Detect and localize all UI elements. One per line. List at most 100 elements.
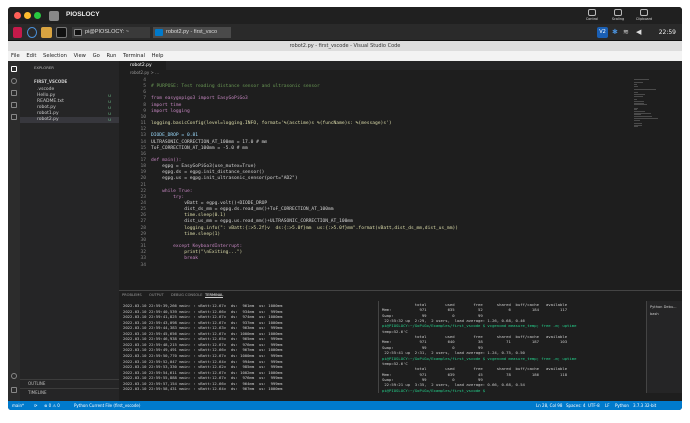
terminal-icon: [74, 29, 82, 36]
clock: 22:59: [658, 29, 676, 36]
control-icon: [588, 9, 596, 16]
language-mode[interactable]: Python: [615, 401, 629, 410]
file-name: .vscode: [37, 87, 55, 92]
encoding[interactable]: UTF-8: [588, 401, 600, 410]
extensions-icon[interactable]: [11, 114, 17, 120]
file-item-selected[interactable]: robot2.py U: [20, 117, 119, 123]
menu-file[interactable]: File: [11, 53, 20, 59]
minimap-line: [634, 85, 638, 87]
git-branch[interactable]: main*: [12, 401, 24, 410]
terminal-list-item[interactable]: Python Debu...: [650, 304, 677, 310]
taskbar-item-vscode[interactable]: robot2.py - first_vsco: [153, 27, 231, 38]
workspace-root-label: FIRST_VSCODE: [34, 79, 68, 84]
minimap-line: [634, 126, 639, 128]
menu-edit[interactable]: Edit: [26, 53, 36, 59]
code-line: logging.basicConfig(level=logging.INFO, …: [151, 121, 392, 127]
shell-prompt-line: pi@PIOSLOCY:~/GoPiGo/Examples/first_vsco…: [382, 355, 577, 361]
timeline-label: TIMELINE: [28, 390, 47, 395]
code-line: ToF_CORRECTION_AT_100mm = -5.0 # mm: [151, 145, 248, 151]
terminal-log-line: 2022-03-10 22:59:58,431 main: : vBatt:12…: [123, 386, 283, 392]
control-button[interactable]: Control: [580, 9, 604, 21]
outline-section[interactable]: OUTLINE: [20, 379, 119, 386]
minimize-window-icon[interactable]: [24, 12, 31, 19]
minimap-line: [634, 88, 656, 90]
volume-icon[interactable]: ◀: [636, 27, 644, 38]
terminal-debug-output[interactable]: 2022-03-10 22:59:39,266 main: : vBatt:12…: [119, 301, 377, 393]
minimap[interactable]: [634, 77, 660, 132]
taskbar: pi@PIOSLOCY: ~ robot2.py - first_vsco V2…: [8, 24, 682, 41]
indentation[interactable]: Spaces: 4: [566, 401, 585, 410]
menu-help[interactable]: Help: [152, 53, 164, 59]
shell-prompt-line: pi@PIOSLOCY:~/GoPiGo/Examples/first_vsco…: [382, 387, 488, 393]
maximize-window-icon[interactable]: [34, 12, 41, 19]
problems-count[interactable]: ⊗ 0 ⚠ 0: [44, 401, 60, 410]
terminal-bash[interactable]: total used free shared buff/cache availa…: [378, 301, 646, 393]
menu-go[interactable]: Go: [93, 53, 100, 59]
wifi-icon[interactable]: ≋: [623, 27, 632, 38]
control-label: Control: [585, 17, 599, 21]
shell-prompt-line: pi@PIOSLOCY:~/GoPiGo/Examples/first_vsco…: [382, 323, 577, 329]
outline-label: OUTLINE: [28, 381, 46, 386]
account-icon[interactable]: [11, 373, 17, 379]
tab-terminal[interactable]: TERMINAL: [205, 293, 224, 298]
line-number: 34: [140, 262, 146, 268]
run-configuration[interactable]: Python Current File (first_vscode): [74, 401, 140, 410]
settings-gear-icon[interactable]: [11, 387, 17, 393]
editor-tab-bar: robot2.py: [119, 61, 682, 70]
terminal-list: Python Debu... bash: [646, 301, 682, 393]
status-bar: main* ⟳ ⊗ 0 ⚠ 0 Python Current File (fir…: [8, 401, 682, 410]
close-window-icon[interactable]: [14, 12, 21, 19]
scaling-label: Scaling: [611, 17, 625, 21]
raspberry-menu-icon[interactable]: [13, 27, 22, 38]
taskbar-item-label: pi@PIOSLOCY: ~: [85, 29, 129, 35]
activity-bar: [8, 61, 20, 401]
scaling-icon: [614, 9, 622, 16]
file-name: robot2.py: [37, 117, 59, 122]
editor-tab[interactable]: robot2.py: [119, 61, 166, 70]
bluetooth-icon[interactable]: ✱: [612, 27, 619, 38]
minimap-line: [634, 119, 641, 121]
python-interpreter[interactable]: 3.7.3 32-bit: [633, 401, 656, 410]
browser-icon[interactable]: [27, 27, 37, 38]
timeline-section[interactable]: TIMELINE: [20, 388, 119, 395]
menu-run[interactable]: Run: [106, 53, 116, 59]
clipboard-icon: [640, 9, 648, 16]
scaling-button[interactable]: Scaling: [606, 9, 630, 21]
vscode-icon: [155, 29, 163, 36]
cursor-position[interactable]: Ln 28, Col 98: [536, 401, 562, 410]
clipboard-label: Clipboard: [635, 17, 653, 21]
taskbar-item-terminal[interactable]: pi@PIOSLOCY: ~: [72, 27, 150, 38]
source-control-icon[interactable]: [11, 90, 17, 96]
search-icon[interactable]: [11, 78, 17, 84]
workspace-root[interactable]: FIRST_VSCODE: [20, 79, 119, 85]
sync-icon[interactable]: ⟳: [34, 401, 37, 410]
minimap-line: [634, 95, 643, 97]
vnc-icon[interactable]: V2: [597, 27, 608, 38]
file-name: robot.py: [37, 105, 56, 110]
editor-tab-label: robot2.py: [130, 63, 152, 68]
panel-tab-bar: PROBLEMS OUTPUT DEBUG CONSOLE TERMINAL: [119, 290, 682, 299]
code-editor[interactable]: 4 5 # PURPOSE: Test reading distance senso…: [119, 76, 649, 290]
tab-problems[interactable]: PROBLEMS: [122, 293, 142, 297]
file-manager-icon[interactable]: [41, 27, 52, 38]
clipboard-button[interactable]: Clipboard: [632, 9, 656, 21]
os-window-title: PIOSLOCY: [66, 11, 100, 18]
code-line: # PURPOSE: Test reading distance sensor …: [151, 84, 320, 90]
menu-bar: File Edit Selection View Go Run Terminal…: [8, 51, 682, 61]
run-debug-icon[interactable]: [11, 102, 17, 108]
end-of-line[interactable]: LF: [605, 401, 610, 410]
code-line: time.sleep(1): [151, 231, 221, 237]
explorer-icon[interactable]: [11, 66, 17, 72]
tab-output[interactable]: OUTPUT: [149, 293, 164, 297]
taskbar-item-label: robot2.py - first_vsco: [166, 29, 218, 35]
menu-view[interactable]: View: [74, 53, 86, 59]
file-name: robot1.py: [37, 111, 59, 116]
menu-selection[interactable]: Selection: [43, 53, 67, 59]
terminal-list-item[interactable]: bash: [650, 311, 659, 317]
window-title: robot2.py - first_vscode - Visual Studio…: [8, 41, 682, 51]
tab-debug-console[interactable]: DEBUG CONSOLE: [171, 293, 202, 297]
explorer-header: EXPLORER: [34, 65, 54, 70]
menu-terminal[interactable]: Terminal: [123, 53, 145, 59]
file-name: README.txt: [37, 99, 64, 104]
terminal-launcher-icon[interactable]: [56, 27, 67, 38]
